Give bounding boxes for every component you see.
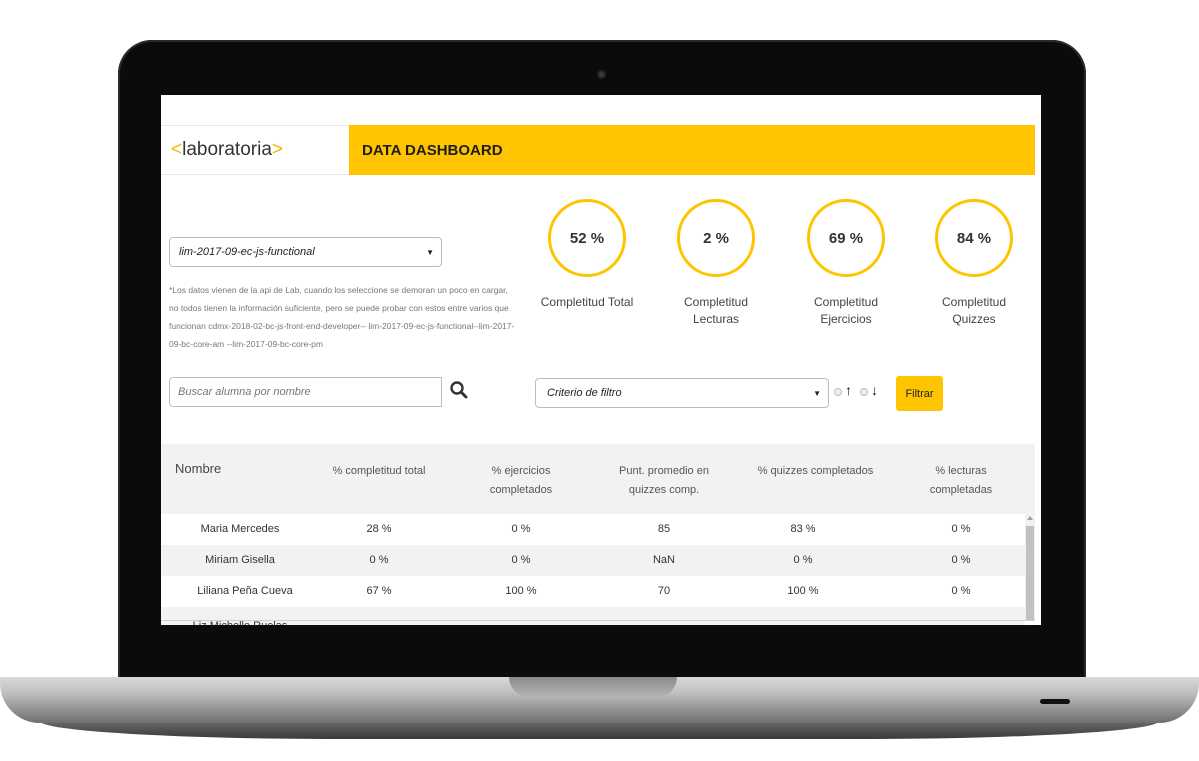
metric-label: Completitud Quizzes [941, 295, 1007, 326]
sort-desc-radio[interactable] [860, 388, 868, 396]
search-placeholder: Buscar alumna por nombre [178, 386, 311, 398]
scroll-up-icon[interactable] [1027, 516, 1033, 520]
cell-punt-promedio: NaN [652, 554, 675, 566]
table-row[interactable]: Maria Mercedes 28 % 0 % 85 83 % 0 % [161, 514, 1025, 545]
column-header-quizzes[interactable]: % quizzes completados [753, 462, 878, 481]
cell-quizzes: 0 % [793, 554, 813, 566]
metric-value: 84 % [956, 229, 992, 247]
cell-nombre: Maria Mercedes [200, 523, 280, 535]
cell-punt-promedio: 85 [657, 523, 671, 535]
cohort-select-value: lim-2017-09-ec-js-functional [179, 246, 315, 258]
divider [161, 620, 1035, 621]
cell-lecturas: 0 % [951, 523, 971, 535]
chevron-down-icon: ▼ [813, 389, 821, 398]
logo-text: laboratoria [182, 139, 272, 160]
laptop-notch [509, 677, 677, 697]
column-header-ejercicios[interactable]: % ejercicios completados [481, 462, 561, 500]
header: < laboratoria > DATA DASHBOARD [161, 125, 1035, 175]
cell-ejercicios: 100 % [505, 585, 537, 597]
table-scrollbar[interactable] [1025, 514, 1035, 620]
search-icon[interactable] [449, 380, 469, 400]
column-header-completitud-total[interactable]: % completitud total [329, 462, 429, 481]
search-input[interactable]: Buscar alumna por nombre [169, 377, 442, 407]
logo-bracket-left: < [171, 139, 183, 160]
metric-label: Completitud Ejercicios [813, 295, 879, 326]
laptop-base-shadow [40, 721, 1159, 739]
page-title: DATA DASHBOARD [362, 141, 503, 159]
column-header-nombre[interactable]: Nombre [175, 459, 221, 478]
metric-label: Completitud Total [540, 295, 634, 309]
laptop-led [1040, 699, 1070, 704]
arrow-up-icon: ↑ [845, 382, 852, 398]
cell-completitud-total: 28 % [366, 523, 392, 535]
table-header: Nombre % completitud total % ejercicios … [161, 444, 1035, 514]
metric-ring: 84 % [935, 199, 1013, 277]
cell-lecturas: 0 % [951, 585, 971, 597]
table-body: Maria Mercedes 28 % 0 % 85 83 % 0 % Miri… [161, 514, 1025, 625]
table-row[interactable]: Miriam Gisella 0 % 0 % NaN 0 % 0 % [161, 545, 1025, 576]
cell-ejercicios: 0 % [511, 554, 531, 566]
metric-ring: 2 % [677, 199, 755, 277]
scrollbar-thumb[interactable] [1026, 526, 1034, 620]
cell-nombre: Miriam Gisella [205, 554, 275, 566]
metric-value: 2 % [703, 229, 729, 247]
cell-nombre: Liz Michelle Ruelas [175, 611, 305, 625]
metric-completitud-ejercicios: 69 % Completitud Ejercicios [791, 199, 901, 328]
camera-icon [597, 70, 606, 79]
metric-value: 69 % [828, 229, 864, 247]
metric-ring: 69 % [807, 199, 885, 277]
sort-asc-radio[interactable] [834, 388, 842, 396]
table-row[interactable]: Liliana Peña Cueva 67 % 100 % 70 100 % 0… [161, 576, 1025, 607]
column-header-lecturas[interactable]: % lecturas completadas [921, 462, 1001, 500]
filter-button-label: Filtrar [905, 387, 934, 400]
logo: < laboratoria > [161, 125, 349, 175]
cell-completitud-total: 67 % [366, 585, 392, 597]
metric-completitud-lecturas: 2 % Completitud Lecturas [661, 199, 771, 328]
metric-completitud-total: 52 % Completitud Total [532, 199, 642, 311]
cell-lecturas: 0 % [951, 554, 971, 566]
filter-criteria-select[interactable]: Criterio de filtro ▼ [535, 378, 829, 408]
arrow-down-icon: ↓ [871, 382, 878, 398]
title-bar: DATA DASHBOARD [349, 125, 1035, 175]
cell-quizzes: 100 % [787, 585, 819, 597]
info-note: *Los datos vienen de la api de Lab, cuan… [169, 285, 515, 349]
metric-value: 52 % [569, 229, 605, 247]
screen: < laboratoria > DATA DASHBOARD lim-2017-… [161, 95, 1041, 625]
chevron-down-icon: ▼ [426, 248, 434, 257]
logo-bracket-right: > [271, 139, 283, 160]
cohort-select[interactable]: lim-2017-09-ec-js-functional ▼ [169, 237, 442, 267]
cell-punt-promedio: 70 [657, 585, 671, 597]
filter-criteria-value: Criterio de filtro [547, 387, 622, 399]
metric-label: Completitud Lecturas [683, 295, 749, 326]
table-row[interactable]: Liz Michelle Ruelas [161, 607, 1025, 625]
cell-ejercicios: 0 % [511, 523, 531, 535]
cell-completitud-total: 0 % [369, 554, 389, 566]
filter-button[interactable]: Filtrar [896, 376, 943, 411]
metric-ring: 52 % [548, 199, 626, 277]
cell-quizzes: 83 % [790, 523, 816, 535]
metric-completitud-quizzes: 84 % Completitud Quizzes [919, 199, 1029, 328]
cell-nombre: Liliana Peña Cueva [197, 585, 293, 597]
column-header-punt-promedio[interactable]: Punt. promedio en quizzes comp. [609, 462, 719, 500]
